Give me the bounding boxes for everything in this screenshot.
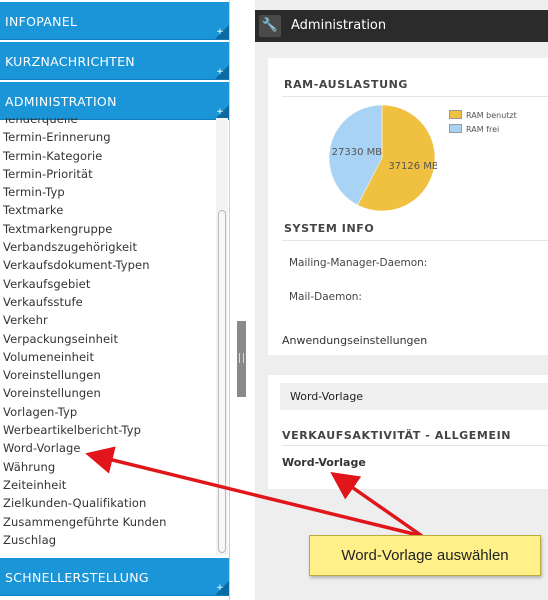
sidebar: INFOPANEL + KURZNACHRICHTEN + ADMINISTRA… (0, 0, 230, 600)
accordion-kurznachrichten-label: KURZNACHRICHTEN (5, 54, 135, 69)
legend-swatch-used (449, 110, 462, 119)
accordion-administration-label: ADMINISTRATION (5, 94, 117, 109)
sysinfo-section-title: SYSTEM INFO (284, 222, 375, 235)
divider (282, 96, 548, 97)
plus-icon[interactable]: + (215, 107, 225, 117)
menu-item[interactable]: Termin-Typ (0, 183, 216, 201)
pie-label-ram-free: 27330 MB (332, 147, 383, 158)
accordion-kurznachrichten[interactable]: KURZNACHRICHTEN + (0, 42, 229, 80)
annotation-callout: Word-Vorlage auswählen (309, 535, 541, 576)
legend-swatch-free (449, 124, 462, 133)
word-vorlage-panel: Word-Vorlage VERKAUFSAKTIVITÄT - ALLGEME… (268, 375, 548, 489)
plus-icon[interactable]: + (215, 583, 225, 593)
legend-label-free: RAM frei (466, 125, 500, 134)
menu-item[interactable]: Voreinstellungen (0, 366, 216, 384)
wrench-icon: 🔧 (259, 15, 281, 37)
divider (282, 240, 548, 241)
menu-item[interactable]: Vorlagen-Typ (0, 403, 216, 421)
menu-item[interactable]: Tenderquelle (0, 118, 216, 128)
legend-label-used: RAM benutzt (466, 111, 517, 120)
menu-item-word-vorlage[interactable]: Word-Vorlage (0, 439, 216, 457)
ram-pie-chart: 27330 MB 37126 MB (328, 104, 437, 212)
page-title: Administration (291, 18, 387, 33)
tab-word-vorlage-label: Word-Vorlage (290, 390, 364, 403)
plus-icon[interactable]: + (215, 67, 225, 77)
tab-word-vorlage[interactable]: Word-Vorlage (280, 383, 548, 410)
verkaufsaktivitaet-section-title: VERKAUFSAKTIVITÄT - ALLGEMEIN (282, 429, 512, 442)
mailing-manager-label: Mailing-Manager-Daemon: (289, 257, 428, 269)
menu-item[interactable]: Textmarkengruppe (0, 220, 216, 238)
pie-label-ram-used: 37126 MB (388, 161, 437, 172)
legend-ram-used: RAM benutzt (449, 110, 517, 120)
system-panel: RAM-AUSLASTUNG 27330 MB 37126 MB RAM ben… (268, 58, 548, 355)
legend-ram-free: RAM frei (449, 124, 499, 134)
ram-section-title: RAM-AUSLASTUNG (284, 78, 409, 91)
gutter (231, 0, 255, 600)
divider (282, 445, 548, 446)
callout-text: Word-Vorlage auswählen (341, 547, 509, 564)
menu-item[interactable]: Verpackungseinheit (0, 330, 216, 348)
menu-item[interactable]: Zielkunden-Qualifikation (0, 494, 216, 512)
menu-item[interactable]: Zuschlag (0, 531, 216, 549)
menu-item[interactable]: Textmarke (0, 201, 216, 219)
accordion-schnellerstellung-label: SCHNELLERSTELLUNG (5, 570, 149, 585)
menu-item[interactable]: Termin-Erinnerung (0, 128, 216, 146)
menu-item[interactable]: Termin-Kategorie (0, 147, 216, 165)
menu-item[interactable]: Währung (0, 458, 216, 476)
accordion-administration[interactable]: ADMINISTRATION + (0, 82, 229, 120)
splitter-handle[interactable] (237, 321, 246, 397)
menu-item[interactable]: Verbandszugehörigkeit (0, 238, 216, 256)
plus-icon[interactable]: + (215, 27, 225, 37)
scrollbar-thumb[interactable] (218, 210, 226, 553)
menu-item[interactable]: Zeiteinheit (0, 476, 216, 494)
title-bar: 🔧 Administration (255, 10, 548, 42)
grip-icon (239, 353, 244, 363)
mail-daemon-label: Mail-Daemon: (289, 291, 362, 303)
accordion-schnellerstellung[interactable]: SCHNELLERSTELLUNG + (0, 558, 229, 596)
menu-item[interactable]: Voreinstellungen (0, 384, 216, 402)
accordion-infopanel-label: INFOPANEL (5, 14, 78, 29)
anwendungseinstellungen-link[interactable]: Anwendungseinstellungen (282, 334, 427, 347)
menu-item[interactable]: Verkaufsdokument-Typen (0, 256, 216, 274)
menu-item[interactable]: Zusammengeführte Kunden (0, 513, 216, 531)
menu-item[interactable]: Verkaufsstufe (0, 293, 216, 311)
menu-item[interactable]: Volumeneinheit (0, 348, 216, 366)
word-vorlage-item[interactable]: Word-Vorlage (282, 456, 366, 469)
admin-menu-list: Tenderquelle Termin-Erinnerung Termin-Ka… (0, 118, 216, 555)
menu-item[interactable]: Werbeartikelbericht-Typ (0, 421, 216, 439)
accordion-infopanel[interactable]: INFOPANEL + (0, 2, 229, 40)
menu-item[interactable]: Verkehr (0, 311, 216, 329)
menu-item[interactable]: Termin-Priorität (0, 165, 216, 183)
menu-item[interactable]: Verkaufsgebiet (0, 275, 216, 293)
